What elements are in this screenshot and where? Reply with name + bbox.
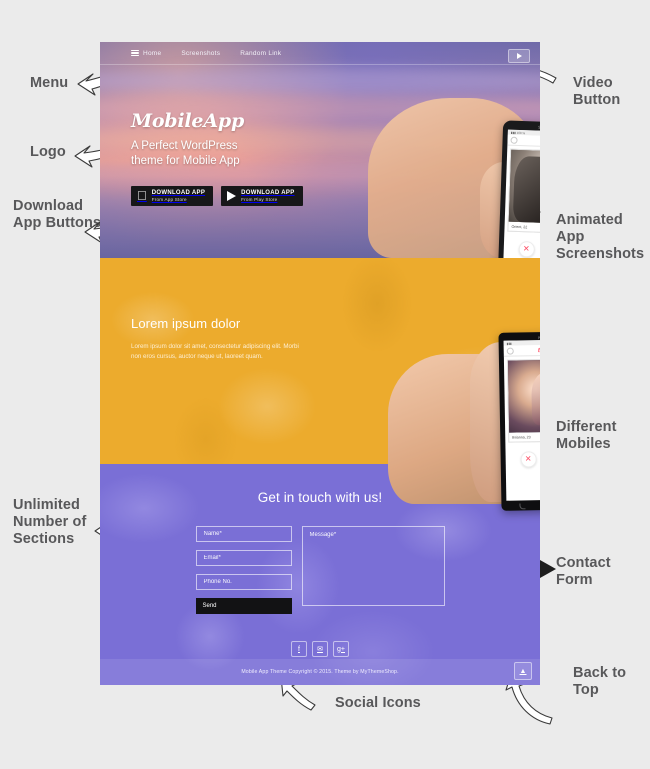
nokia-swipe-actions: ✕ ★ ♥: [505, 444, 540, 468]
play-icon: [517, 53, 522, 59]
twitter-icon[interactable]: ✉: [312, 641, 328, 657]
app-store-button[interactable]:  DOWNLOAD APP From App Store: [131, 186, 214, 206]
features-text: Lorem ipsum dolor sit amet, consectetur …: [131, 343, 299, 360]
footer-copyright: Mobile App Theme Copyright © 2015. Theme…: [241, 669, 399, 675]
hero-copy: MobileApp A Perfect WordPress theme for …: [131, 110, 303, 206]
nokia-app-title: tinder: [537, 346, 540, 354]
play-store-subtitle: From Play Store: [231, 197, 277, 202]
contact-section: Get in touch with us! Send f ✉ g+ Mobile…: [100, 464, 540, 685]
nokia-profile-name: Brianna, 23: [512, 434, 531, 440]
hamburger-menu-icon[interactable]: [131, 49, 139, 57]
profile-name: Orient, 22: [511, 224, 528, 229]
website-preview: Home Screenshots Random Link MobileApp A…: [100, 42, 540, 685]
apple-icon: : [137, 189, 147, 202]
nav-item-home[interactable]: Home: [143, 50, 161, 57]
nokia-nope-button[interactable]: ✕: [520, 451, 537, 468]
hero-tagline-line1: A Perfect WordPress: [131, 140, 238, 152]
name-input[interactable]: [195, 526, 292, 542]
profile-meta: Orient, 22 ⚑ 1 ⚙ 1: [508, 221, 540, 234]
nokia-profile-photo: [507, 359, 540, 433]
features-copy: Lorem ipsum dolor Lorem ipsum dolor sit …: [131, 316, 306, 361]
contact-form: Send: [100, 526, 540, 614]
send-button[interactable]: Send: [195, 598, 292, 614]
nokia-status-left: ▮▮▮: [506, 341, 512, 346]
nokia-profile-card[interactable]: Brianna, 23 ⚑ 1 ⚙ 1: [506, 358, 540, 443]
nokia-profile-meta: Brianna, 23 ⚑ 1 ⚙ 1: [509, 431, 540, 442]
download-app-buttons:  DOWNLOAD APP From App Store DOWNLOAD A…: [131, 186, 303, 206]
contact-title: Get in touch with us!: [257, 490, 383, 505]
nokia-profile-icon[interactable]: [506, 347, 514, 355]
nav-divider: [100, 64, 540, 65]
hero-tagline: A Perfect WordPress theme for Mobile App: [131, 139, 303, 168]
social-icons: f ✉ g+: [100, 641, 540, 657]
app-store-subtitle: From App Store: [142, 197, 187, 202]
windows-nav-bar: [501, 501, 540, 510]
hero-tagline-line2: theme for Mobile App: [131, 154, 240, 167]
email-input[interactable]: [195, 550, 292, 566]
phone-input[interactable]: [195, 574, 292, 590]
chevron-up-icon: ▲: [519, 667, 527, 675]
site-logo: MobileApp: [131, 110, 245, 132]
back-to-top-button[interactable]: ▲: [514, 662, 532, 680]
nav-item-screenshots[interactable]: Screenshots: [181, 50, 220, 57]
windows-back-icon[interactable]: [519, 502, 526, 510]
nav-item-random-link[interactable]: Random Link: [240, 50, 281, 57]
facebook-icon[interactable]: f: [291, 641, 307, 657]
phone-screen: ▮▮▮ 100 % 1:47 ▰ 100% tinder Orient, 22 …: [502, 129, 540, 258]
nope-button[interactable]: ✕: [517, 241, 535, 258]
nokia-app-bar: tinder: [503, 344, 540, 357]
play-store-title: DOWNLOAD APP: [231, 190, 294, 196]
profile-icon[interactable]: [510, 136, 518, 144]
features-title: Lorem ipsum dolor: [131, 316, 241, 331]
video-button[interactable]: [508, 49, 530, 63]
play-store-button[interactable]: DOWNLOAD APP From Play Store: [221, 186, 303, 206]
swipe-actions: ✕ ★ ♥: [504, 235, 540, 258]
app-bar: tinder: [507, 134, 540, 149]
app-store-title: DOWNLOAD APP: [142, 190, 205, 196]
nokia-screen: ▮▮▮ 64% tinder Brianna, 23 ⚑ 1 ⚙ 1 ✕ ★ ♥: [503, 339, 540, 501]
play-store-icon: [227, 191, 237, 201]
message-textarea[interactable]: [301, 526, 445, 606]
profile-photo: [508, 149, 540, 225]
profile-card[interactable]: Orient, 22 ⚑ 1 ⚙ 1: [507, 148, 540, 235]
main-nav[interactable]: Home Screenshots Random Link: [100, 42, 540, 64]
google-plus-icon[interactable]: g+: [333, 641, 349, 657]
footer-bar: Mobile App Theme Copyright © 2015. Theme…: [100, 659, 540, 685]
hero-section: Home Screenshots Random Link MobileApp A…: [100, 42, 540, 258]
samsung-phone-mockup: SAMSUNG ▮▮▮ 100 % 1:47 ▰ 100% tinder Ori…: [496, 120, 540, 258]
nokia-phone-mockup: NOKIA ▮▮▮ 64% tinder Brianna, 23 ⚑ 1 ⚙ 1…: [498, 331, 540, 511]
